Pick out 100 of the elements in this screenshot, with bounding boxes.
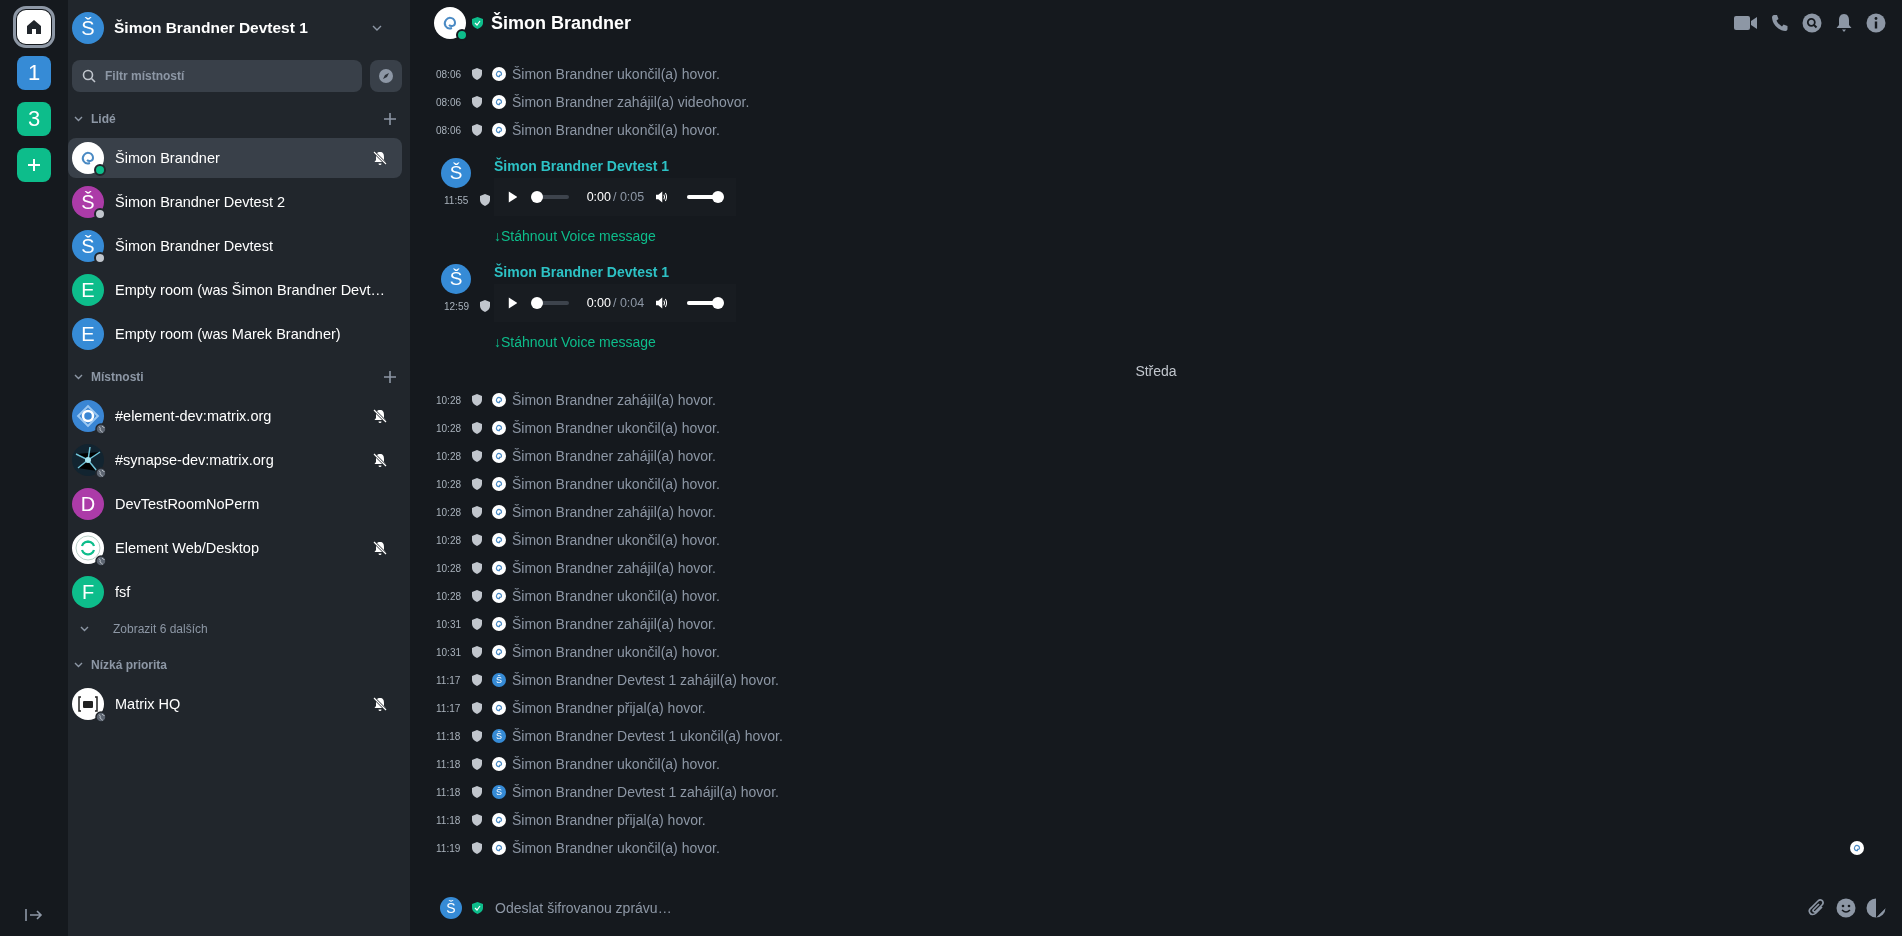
shield-icon <box>472 618 482 630</box>
timestamp: 10:28 <box>436 562 463 574</box>
show-more-link[interactable]: Zobrazit 6 dalších <box>113 622 208 636</box>
timestamp: 11:18 <box>436 814 462 826</box>
account-name[interactable]: Šimon Brandner Devtest 1 <box>114 19 362 37</box>
timestamp: 10:31 <box>436 618 463 630</box>
call-event-text: Šimon Brandner zahájil(a) videohovor. <box>512 94 750 110</box>
room-list-item[interactable]: E Empty room (was Marek Brandner) <box>68 314 402 354</box>
shield-icon <box>472 506 482 518</box>
shield-icon <box>472 842 482 854</box>
shield-icon <box>480 194 490 206</box>
timestamp: 08:06 <box>436 68 463 80</box>
room-list-item[interactable]: Šimon Brandner <box>68 138 402 178</box>
bell-icon[interactable] <box>1835 13 1853 33</box>
room-list-item[interactable]: D DevTestRoomNoPerm <box>68 484 402 524</box>
plus-icon[interactable] <box>384 371 396 383</box>
chevron-down-icon[interactable] <box>80 626 89 632</box>
chevron-down-icon[interactable] <box>372 25 382 31</box>
call-event-text: Šimon Brandner ukončil(a) hovor. <box>512 420 720 436</box>
shield-icon <box>472 730 482 742</box>
shield-icon <box>472 478 482 490</box>
timestamp: 10:28 <box>436 590 463 602</box>
chevron-down-icon[interactable] <box>74 374 83 380</box>
chevron-down-icon[interactable] <box>74 116 83 122</box>
timestamp: 10:28 <box>436 534 463 546</box>
space-button[interactable]: 1 <box>17 56 51 90</box>
timestamp: 11:18 <box>436 730 462 742</box>
chevron-down-icon[interactable] <box>74 662 83 668</box>
call-event-text: Šimon Brandner zahájil(a) hovor. <box>512 616 716 632</box>
shield-icon <box>472 758 482 770</box>
room-list-item[interactable]: #synapse-dev:matrix.org <box>68 440 402 480</box>
room-title: Šimon Brandner <box>491 12 632 34</box>
timestamp: 10:28 <box>436 450 463 462</box>
compass-icon <box>378 68 394 84</box>
call-event-text: Šimon Brandner ukončil(a) hovor. <box>512 756 720 772</box>
call-event-text: Šimon Brandner ukončil(a) hovor. <box>512 532 720 548</box>
shield-icon <box>472 674 482 686</box>
shield-icon <box>472 786 482 798</box>
room-list-item[interactable]: #element-dev:matrix.org <box>68 396 402 436</box>
duration: / 0:04 <box>612 296 645 310</box>
volume-icon[interactable] <box>656 190 669 204</box>
expand-icon[interactable] <box>25 908 43 922</box>
phone-icon[interactable] <box>1771 14 1789 32</box>
muted-bell-icon[interactable] <box>372 452 388 468</box>
sender-name[interactable]: Šimon Brandner Devtest 1 <box>494 158 736 174</box>
room-filter-field[interactable]: Filtr místností <box>72 60 362 92</box>
paperclip-icon[interactable] <box>1808 898 1826 918</box>
search-icon[interactable] <box>1802 13 1822 33</box>
muted-bell-icon[interactable] <box>372 540 388 556</box>
sender-name[interactable]: Šimon Brandner Devtest 1 <box>494 264 736 280</box>
play-icon[interactable] <box>508 296 518 310</box>
section-title[interactable]: Lidé <box>91 112 376 126</box>
download-link[interactable]: ↓Stáhnout Voice message <box>494 334 736 350</box>
call-event-text: Šimon Brandner přijal(a) hovor. <box>512 812 706 828</box>
call-event-text: Šimon Brandner Devtest 1 ukončil(a) hovor. <box>512 728 783 744</box>
account-avatar: Š <box>72 12 104 44</box>
timestamp: 10:31 <box>436 646 463 658</box>
room-avatar: Š <box>72 186 104 218</box>
room-list-item[interactable]: E Empty room (was Šimon Brandner Devt… <box>68 270 402 310</box>
call-event-text: Šimon Brandner ukončil(a) hovor. <box>512 588 720 604</box>
timestamp: 12:59 <box>444 300 471 312</box>
section-title[interactable]: Místnosti <box>91 370 376 384</box>
room-list-item[interactable]: Element Web/Desktop <box>68 528 402 568</box>
section-title[interactable]: Nízká priorita <box>91 658 396 672</box>
timestamp: 11:19 <box>436 842 462 854</box>
info-icon[interactable] <box>1866 13 1886 33</box>
explore-button[interactable] <box>370 60 402 92</box>
add-space-button[interactable] <box>17 148 51 182</box>
video-call-icon[interactable] <box>1734 15 1758 31</box>
play-icon[interactable] <box>508 190 518 204</box>
muted-bell-icon[interactable] <box>372 408 388 424</box>
muted-bell-icon[interactable] <box>372 150 388 166</box>
sticker-icon[interactable] <box>1866 898 1886 918</box>
room-list-item[interactable]: F fsf <box>68 572 402 612</box>
call-event-text: Šimon Brandner ukončil(a) hovor. <box>512 476 720 492</box>
download-link[interactable]: ↓Stáhnout Voice message <box>494 228 736 244</box>
shield-icon <box>472 646 482 658</box>
timestamp: 11:17 <box>436 674 462 686</box>
call-event-text: Šimon Brandner zahájil(a) hovor. <box>512 560 716 576</box>
timestamp: 11:17 <box>436 702 462 714</box>
room-list-item[interactable]: Š Šimon Brandner Devtest 2 <box>68 182 402 222</box>
sender-avatar: Š <box>492 785 506 799</box>
message-field[interactable]: Odeslat šifrovanou zprávu… <box>493 899 1798 917</box>
call-event-text: Šimon Brandner Devtest 1 zahájil(a) hovor. <box>512 784 779 800</box>
call-event-text: Šimon Brandner ukončil(a) hovor. <box>512 840 720 856</box>
room-list-item[interactable]: Š Šimon Brandner Devtest <box>68 226 402 266</box>
room-avatar: F <box>72 576 104 608</box>
plus-icon[interactable] <box>384 113 396 125</box>
shield-icon <box>472 450 482 462</box>
call-event-text: Šimon Brandner ukončil(a) hovor. <box>512 644 720 660</box>
plus-icon <box>26 157 42 173</box>
home-icon <box>25 18 43 36</box>
emoji-icon[interactable] <box>1836 898 1856 918</box>
muted-bell-icon[interactable] <box>372 696 388 712</box>
playback-time: 0:00 <box>586 296 611 310</box>
shield-icon <box>472 590 482 602</box>
volume-icon[interactable] <box>656 296 669 310</box>
shield-icon <box>472 394 482 406</box>
room-list-item[interactable]: Matrix HQ <box>68 684 402 724</box>
shield-icon <box>472 702 482 714</box>
